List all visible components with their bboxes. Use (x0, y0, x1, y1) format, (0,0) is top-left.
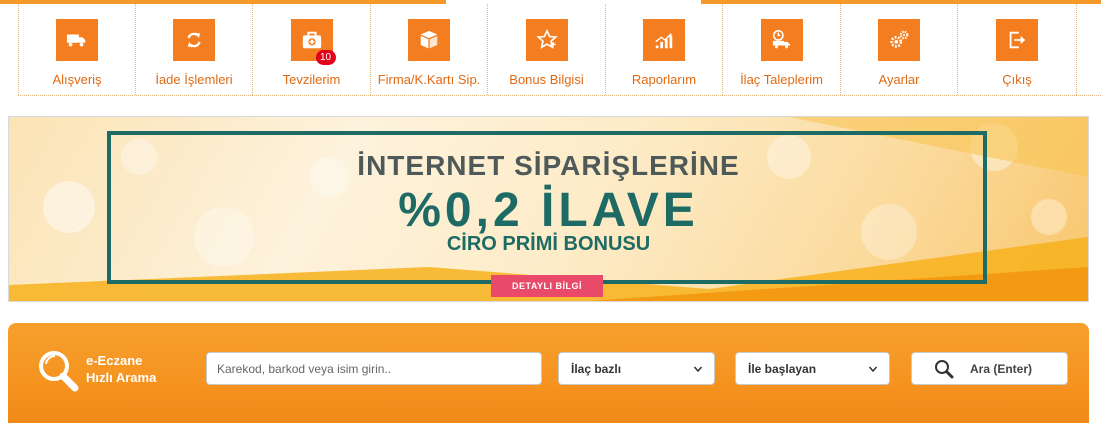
truck-icon (56, 19, 98, 61)
magnifier-logo-icon (39, 351, 79, 392)
refresh-icon (173, 19, 215, 61)
banner-headline: İNTERNET SİPARİŞLERİNE (357, 150, 740, 181)
quick-search-bar: e-Eczane Hızlı Arama İlaç bazlı İle başl… (8, 323, 1089, 423)
nav-item-ayarlar[interactable]: Ayarlar (841, 4, 958, 95)
search-title-line2: Hızlı Arama (86, 370, 157, 385)
delivery-clock-icon (760, 19, 803, 61)
search-button-label: Ara (Enter) (970, 361, 1033, 376)
nav-item-ilac-taleplerim[interactable]: İlaç Taleplerim (723, 4, 841, 95)
search-mode-value: İlaç bazlı (571, 361, 622, 376)
banner-details-button[interactable]: DETAYLI BİLGİ (491, 275, 603, 297)
nav-item-bonus-bilgisi[interactable]: Bonus Bilgisi (488, 4, 606, 95)
nav-label: Raporlarım (631, 72, 697, 87)
nav-label: Çıkış (1002, 72, 1032, 87)
search-title: e-Eczane Hızlı Arama (86, 352, 156, 386)
banner-subline: CİRO PRİMİ BONUSU (446, 233, 651, 255)
banner-main-offer: %0,2 İLAVE (398, 184, 699, 237)
nav-label: Firma/K.Kartı Sip. (377, 72, 481, 87)
star-plus-icon (525, 19, 568, 61)
nav-item-raporlarim[interactable]: Raporlarım (606, 4, 723, 95)
nav-label: Tevzilerim (282, 72, 341, 87)
nav-item-tevzilerim[interactable]: 10 Tevzilerim (253, 4, 371, 95)
search-mode-select[interactable]: İlaç bazlı (558, 352, 715, 385)
nav-label: Ayarlar (878, 72, 920, 87)
chevron-down-icon (694, 366, 702, 372)
nav-item-firma-kart-sip[interactable]: Firma/K.Kartı Sip. (371, 4, 488, 95)
notification-badge: 10 (315, 50, 336, 65)
search-icon (935, 359, 954, 378)
main-nav: Alışveriş İade İşlemleri 10 Tevzilerim F… (18, 4, 1077, 95)
bar-chart-icon (643, 19, 685, 61)
nav-label: İade İşlemleri (155, 72, 233, 87)
nav-item-alisveris[interactable]: Alışveriş (18, 4, 136, 95)
logout-icon (996, 19, 1038, 61)
nav-divider (18, 95, 1101, 96)
nav-item-cikis[interactable]: Çıkış (958, 4, 1077, 95)
box-icon (408, 19, 450, 61)
nav-label: İlaç Taleplerim (740, 72, 823, 87)
nav-label: Alışveriş (52, 72, 102, 87)
search-title-line1: e-Eczane (86, 353, 143, 368)
search-input[interactable] (206, 352, 542, 385)
match-type-value: İle başlayan (748, 361, 817, 376)
nav-label: Bonus Bilgisi (509, 72, 584, 87)
search-button[interactable]: Ara (Enter) (911, 352, 1068, 385)
promo-banner[interactable]: İNTERNET SİPARİŞLERİNE %0,2 İLAVE CİRO P… (8, 116, 1089, 302)
match-type-select[interactable]: İle başlayan (735, 352, 890, 385)
gears-icon (878, 19, 920, 61)
nav-item-iade-islemleri[interactable]: İade İşlemleri (136, 4, 253, 95)
chevron-down-icon (869, 366, 877, 372)
